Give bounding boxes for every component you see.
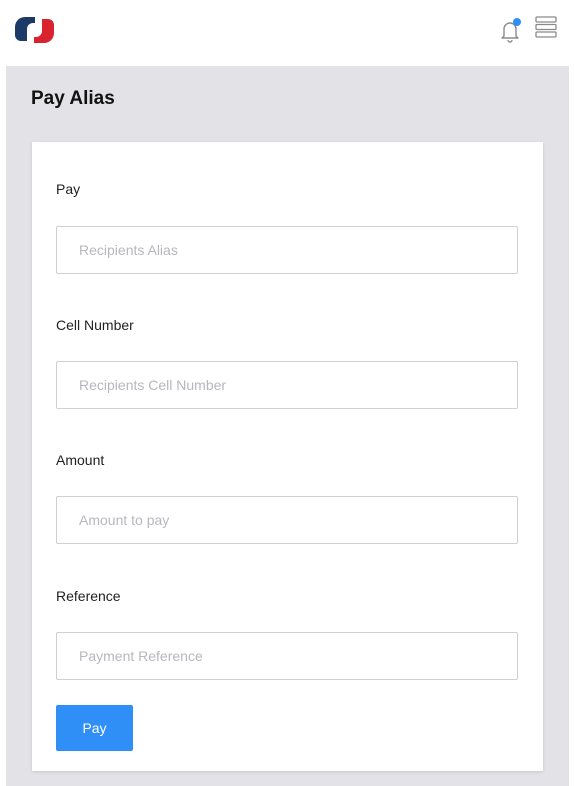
pay-button[interactable]: Pay (56, 705, 133, 751)
amount-label: Amount (56, 452, 105, 468)
top-bar (0, 0, 574, 66)
amount-input[interactable] (56, 496, 518, 544)
pay-label: Pay (56, 181, 81, 197)
reference-label: Reference (56, 588, 121, 604)
main-content: Pay Alias Pay Cell Number Amount Referen… (6, 66, 569, 786)
hamburger-menu-icon[interactable] (535, 16, 557, 38)
notification-dot (513, 18, 521, 26)
payment-reference-input[interactable] (56, 632, 518, 680)
bank-logo-icon[interactable] (13, 15, 56, 45)
cell-number-label: Cell Number (56, 317, 134, 333)
recipients-alias-input[interactable] (56, 226, 518, 274)
cell-number-input[interactable] (56, 361, 518, 409)
bell-icon[interactable] (498, 17, 522, 43)
pay-alias-form-card: Pay Cell Number Amount Reference Pay (32, 142, 543, 771)
page-title: Pay Alias (31, 88, 115, 109)
